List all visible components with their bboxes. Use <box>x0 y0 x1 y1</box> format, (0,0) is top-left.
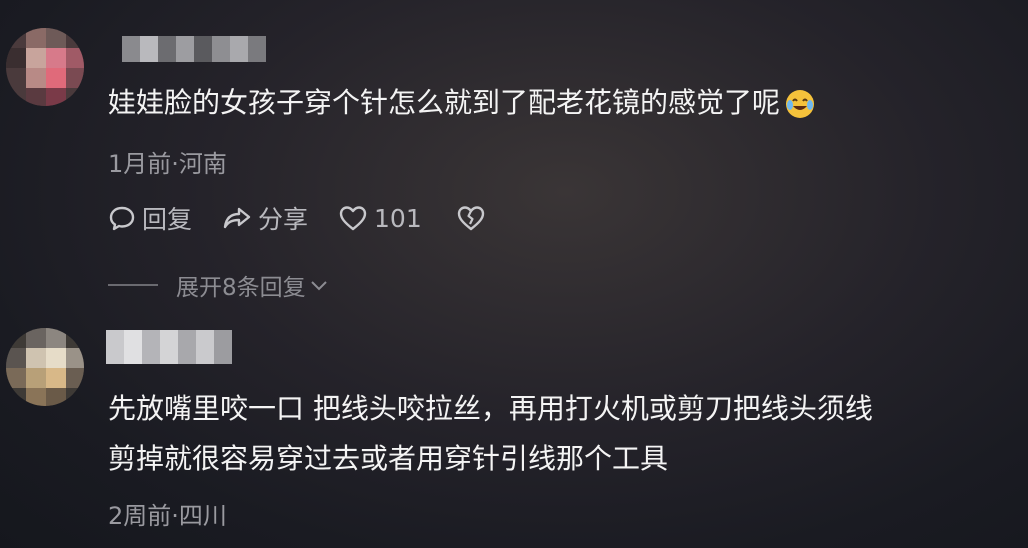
like-button[interactable]: 101 <box>338 204 422 233</box>
chevron-down-icon <box>310 281 327 291</box>
share-label: 分享 <box>258 205 309 234</box>
broken-heart-icon <box>457 206 484 231</box>
share-button[interactable]: 分享 <box>222 200 308 236</box>
comment-1: 娃娃脸的女孩子穿个针怎么就到了配老花镜的感觉了呢 1月前·河南 回复 分享 10… <box>0 0 1028 302</box>
comment-text-line-2: 剪掉就很容易穿过去或者用穿针引线那个工具 <box>108 442 669 475</box>
comment-meta: 2周前·四川 <box>108 502 227 530</box>
comment-meta: 1月前·河南 <box>108 150 227 178</box>
dislike-button[interactable] <box>456 204 492 232</box>
reply-icon <box>109 206 135 231</box>
comment-2: 先放嘴里咬一口 把线头咬拉丝，再用打火机或剪刀把线头须线 剪掉就很容易穿过去或者… <box>0 320 1028 548</box>
comment-text: 娃娃脸的女孩子穿个针怎么就到了配老花镜的感觉了呢 <box>108 80 815 126</box>
avatar[interactable] <box>6 28 84 106</box>
comment-actions: 回复 分享 101 <box>108 200 522 236</box>
divider <box>108 284 158 286</box>
username-blurred[interactable] <box>122 36 266 62</box>
avatar[interactable] <box>6 328 84 406</box>
reply-button[interactable]: 回复 <box>108 200 192 236</box>
like-count: 101 <box>374 203 422 233</box>
reply-label: 回复 <box>142 205 193 234</box>
heart-icon <box>339 206 367 231</box>
share-icon <box>223 207 251 229</box>
comment-text-line-1: 先放嘴里咬一口 把线头咬拉丝，再用打火机或剪刀把线头须线 <box>108 392 873 425</box>
expand-replies-label: 展开8条回复 <box>176 275 306 301</box>
laughing-crying-emoji-icon <box>786 90 815 118</box>
expand-replies-button[interactable]: 展开8条回复 <box>108 268 330 302</box>
username-blurred[interactable] <box>106 330 232 364</box>
